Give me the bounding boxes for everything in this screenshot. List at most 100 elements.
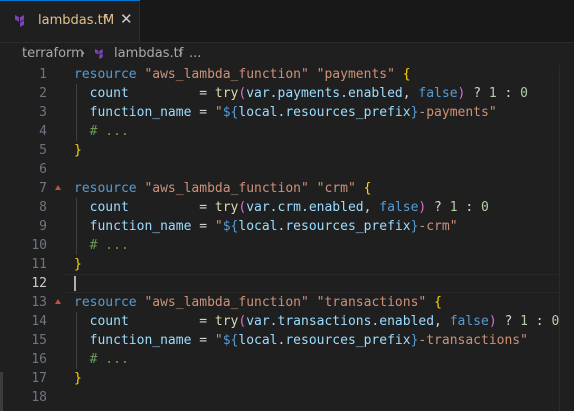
code-token: false bbox=[379, 200, 419, 215]
code-line[interactable]: 10 # ... bbox=[0, 236, 574, 255]
line-text: function_name = "${local.resources_prefi… bbox=[74, 103, 497, 122]
code-token: : bbox=[527, 314, 552, 329]
tab-lambdas-tf[interactable]: lambdas.tf M ✕ bbox=[0, 0, 140, 42]
line-text: } bbox=[74, 369, 82, 388]
line-number: 17 bbox=[31, 371, 47, 386]
line-number: 3 bbox=[39, 105, 47, 120]
line-text: } bbox=[74, 141, 82, 160]
code-token: function_name bbox=[89, 219, 192, 234]
line-number: 18 bbox=[31, 390, 47, 405]
code-line[interactable]: 3 function_name = "${local.resources_pre… bbox=[0, 103, 574, 122]
line-number: 7 bbox=[39, 181, 47, 196]
code-token: -payments" bbox=[418, 105, 497, 120]
close-icon[interactable]: ✕ bbox=[120, 10, 133, 28]
code-token: 1 bbox=[449, 200, 458, 215]
code-token: , bbox=[363, 200, 380, 215]
code-line[interactable]: 4 # ... bbox=[0, 122, 574, 141]
code-line[interactable]: 8 count = try(var.crm.enabled, false) ? … bbox=[0, 198, 574, 217]
code-token: try bbox=[214, 314, 239, 329]
vertical-scrollbar[interactable] bbox=[559, 65, 574, 411]
current-line-highlight bbox=[64, 274, 574, 293]
line-number: 10 bbox=[31, 238, 47, 253]
code-token: -transactions" bbox=[418, 333, 528, 348]
code-token: var.transactions.enabled bbox=[246, 314, 435, 329]
code-line[interactable]: 15 function_name = "${local.resources_pr… bbox=[0, 331, 574, 350]
code-token: { bbox=[363, 181, 372, 196]
code-token: -crm" bbox=[418, 219, 458, 234]
code-token: var.crm.enabled bbox=[246, 200, 364, 215]
line-number: 2 bbox=[39, 86, 47, 101]
diff-deleted-marker-icon[interactable] bbox=[55, 185, 61, 190]
line-number: 8 bbox=[39, 200, 47, 215]
code-token: = bbox=[128, 86, 215, 101]
line-text: } bbox=[74, 255, 82, 274]
breadcrumb-file[interactable]: lambdas.tf bbox=[114, 46, 183, 61]
code-token: " bbox=[214, 219, 223, 234]
line-text: count = try(var.payments.enabled, false)… bbox=[74, 84, 528, 103]
code-line[interactable]: 16 # ... bbox=[0, 350, 574, 369]
line-text: function_name = "${local.resources_prefi… bbox=[74, 217, 458, 236]
code-token: "transactions" bbox=[316, 295, 427, 310]
code-line[interactable]: 11} bbox=[0, 255, 574, 274]
tab-modified-indicator: M bbox=[103, 13, 115, 28]
code-token: "payments" bbox=[316, 67, 395, 82]
code-token: 1 bbox=[488, 86, 497, 101]
terraform-icon bbox=[15, 15, 24, 27]
line-number: 6 bbox=[39, 162, 47, 177]
code-token: " bbox=[214, 105, 223, 120]
code-token: : bbox=[457, 200, 482, 215]
code-line[interactable]: 13 resource "aws_lambda_function" "transa… bbox=[0, 293, 574, 312]
code-token: = bbox=[191, 219, 215, 234]
code-token: count bbox=[89, 86, 129, 101]
active-tab-indicator bbox=[0, 0, 140, 1]
code-token: { bbox=[434, 295, 442, 310]
code-token: ${ bbox=[222, 105, 239, 120]
line-text: resource "aws_lambda_function" "payments… bbox=[74, 65, 411, 84]
code-token: = bbox=[191, 333, 215, 348]
code-token: "aws_lambda_function" bbox=[144, 181, 309, 196]
line-text: # ... bbox=[74, 236, 129, 255]
code-token: "crm" bbox=[316, 181, 356, 196]
code-line[interactable]: 9 function_name = "${local.resources_pre… bbox=[0, 217, 574, 236]
code-token: ? bbox=[496, 314, 521, 329]
breadcrumb-symbol[interactable]: ... bbox=[189, 46, 201, 61]
code-line[interactable]: 5} bbox=[0, 141, 574, 160]
breadcrumb-separator: › bbox=[80, 46, 86, 61]
line-text: resource "aws_lambda_function" "transact… bbox=[74, 293, 442, 312]
code-line[interactable]: 7 resource "aws_lambda_function" "crm" { bbox=[0, 179, 574, 198]
code-area[interactable]: 1 resource "aws_lambda_function" "payment… bbox=[0, 65, 574, 411]
code-token: local.resources_prefix bbox=[238, 219, 411, 234]
code-line[interactable]: 1 resource "aws_lambda_function" "payment… bbox=[0, 65, 574, 84]
line-number: 9 bbox=[39, 219, 47, 234]
code-line[interactable]: 18 bbox=[0, 388, 574, 407]
code-token: 0 bbox=[520, 86, 528, 101]
code-token: resource bbox=[74, 67, 137, 82]
code-line[interactable]: 6 bbox=[0, 160, 574, 179]
line-text: # ... bbox=[74, 350, 129, 369]
code-token: : bbox=[496, 86, 521, 101]
code-token: "aws_lambda_function" bbox=[144, 295, 309, 310]
code-line[interactable]: 17} bbox=[0, 369, 574, 388]
code-token: function_name bbox=[89, 333, 192, 348]
diff-deleted-marker-icon[interactable] bbox=[55, 299, 61, 304]
terraform-icon bbox=[95, 48, 103, 60]
code-line[interactable]: 12 bbox=[0, 274, 574, 293]
activity-edge bbox=[0, 372, 3, 411]
code-token: count bbox=[89, 314, 129, 329]
code-token: try bbox=[214, 86, 239, 101]
code-token: = bbox=[128, 200, 215, 215]
code-token: , bbox=[434, 314, 450, 329]
code-line[interactable]: 2 count = try(var.payments.enabled, fals… bbox=[0, 84, 574, 103]
code-token: try bbox=[214, 200, 239, 215]
code-line[interactable]: 14 count = try(var.transactions.enabled,… bbox=[0, 312, 574, 331]
breadcrumb-folder[interactable]: terraform bbox=[22, 46, 84, 61]
